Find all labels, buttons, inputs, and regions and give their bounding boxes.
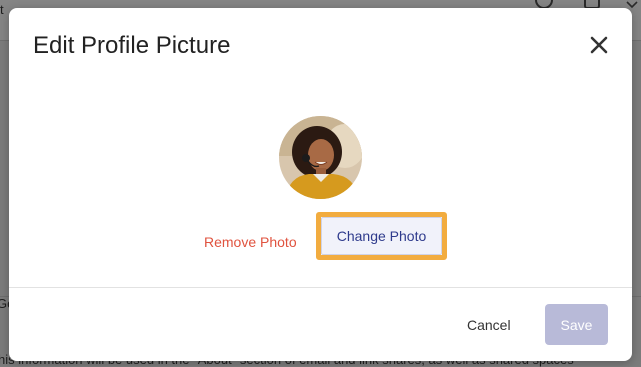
dialog-footer-divider [9,287,632,288]
change-photo-button[interactable]: Change Photo [321,217,442,255]
profile-avatar [279,116,362,199]
edit-profile-picture-dialog: Edit Profile Picture Remove Photo Change… [9,8,632,361]
dialog-title: Edit Profile Picture [33,32,231,59]
remove-photo-button[interactable]: Remove Photo [204,234,297,250]
save-button[interactable]: Save [545,304,608,345]
cancel-button[interactable]: Cancel [467,317,511,333]
background-text-fragment: t [0,2,4,17]
close-icon [590,36,608,54]
close-button[interactable] [588,34,610,56]
